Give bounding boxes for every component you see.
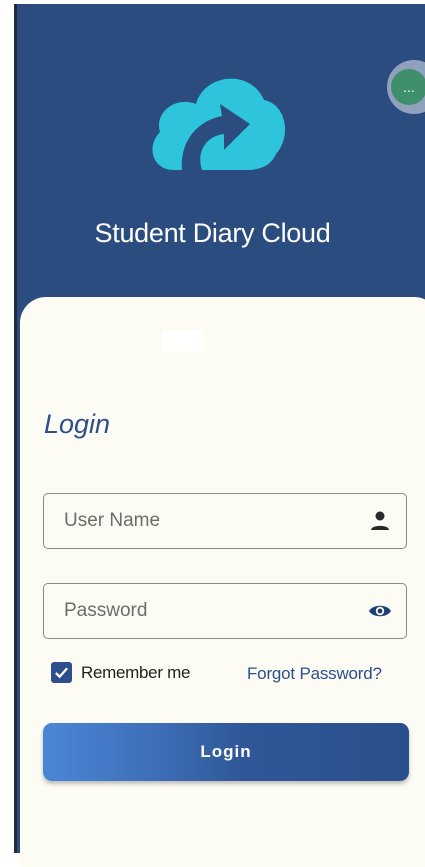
app-title: Student Diary Cloud <box>94 218 331 248</box>
login-heading: Login <box>44 409 111 439</box>
checkmark-icon <box>55 667 68 679</box>
more-dots-icon: ... <box>391 69 425 105</box>
placeholder-mark <box>162 330 204 352</box>
screen-edge <box>14 4 17 853</box>
login-button[interactable]: Login <box>43 723 409 781</box>
password-field[interactable] <box>43 583 407 639</box>
remember-me-label: Remember me <box>81 662 191 682</box>
password-input[interactable] <box>64 584 354 638</box>
login-button-label: Login <box>200 742 252 761</box>
eye-icon[interactable] <box>368 599 392 623</box>
cloud-arrow-icon <box>152 78 286 170</box>
forgot-password-link[interactable]: Forgot Password? <box>247 664 382 684</box>
username-field[interactable] <box>43 493 407 549</box>
username-input[interactable] <box>64 494 354 548</box>
screen: Student Diary Cloud ... Login Remember m… <box>0 0 425 867</box>
person-icon <box>371 511 389 530</box>
remember-me-checkbox[interactable] <box>51 662 72 683</box>
remember-me[interactable]: Remember me <box>51 662 190 683</box>
login-card <box>20 297 425 867</box>
